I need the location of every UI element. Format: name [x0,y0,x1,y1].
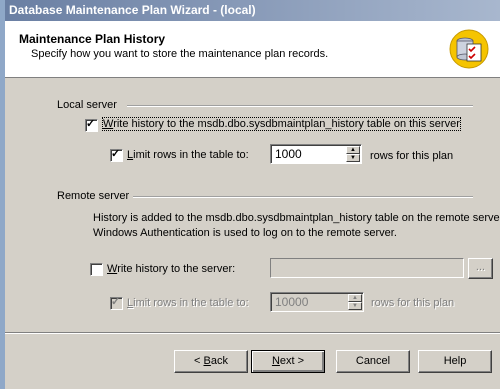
wizard-body: Local server ✓ Write history to the msdb… [5,78,500,389]
remote-server-textbox[interactable] [270,258,464,278]
window-title-bar[interactable]: Database Maintenance Plan Wizard - (loca… [5,0,500,21]
spinner-buttons: ▲ ▼ [346,146,360,162]
limit-rows-remote-checkbox[interactable]: ✓ [110,296,123,310]
page-subtitle: Specify how you want to store the mainte… [31,48,329,60]
limit-rows-remote-input[interactable] [273,294,347,310]
local-server-divider [127,105,473,107]
limit-rows-remote-spinner[interactable]: ▲ ▼ [270,292,364,312]
limit-rows-local-checkbox[interactable]: ✓ [110,148,123,162]
write-history-local-checkbox[interactable]: ✓ [85,118,98,132]
write-history-local-label[interactable]: Write history to the msdb.dbo.sysdbmaint… [102,117,461,131]
spin-down-icon[interactable]: ▼ [348,302,362,310]
write-history-remote-label[interactable]: Write history to the server: [107,263,235,275]
limit-rows-local-spinner[interactable]: ▲ ▼ [270,144,362,164]
cancel-button[interactable]: Cancel [336,350,410,373]
limit-rows-remote-label[interactable]: Limit rows in the table to: [127,297,249,309]
remote-info-line-2: Windows Authentication is used to log on… [93,227,397,239]
browse-server-button[interactable]: ... [468,258,493,279]
remote-info-line-1: History is added to the msdb.dbo.sysdbma… [93,212,500,224]
spin-up-icon[interactable]: ▲ [346,146,360,154]
spin-up-icon[interactable]: ▲ [348,294,362,302]
remote-server-divider [133,196,473,198]
spin-down-icon[interactable]: ▼ [346,154,360,162]
next-button[interactable]: Next > [251,350,325,373]
checkmark-icon: ✓ [111,148,121,160]
checkmark-icon: ✓ [86,118,96,130]
page-title: Maintenance Plan History [19,32,166,46]
help-button[interactable]: Help [418,350,492,373]
limit-rows-local-input[interactable] [273,146,347,162]
rows-for-plan-local-label: rows for this plan [370,150,454,162]
window-title: Database Maintenance Plan Wizard - (loca… [9,3,256,17]
rows-for-plan-remote-label: rows for this plan [371,297,455,309]
wizard-header: Maintenance Plan History Specify how you… [5,21,500,78]
write-history-remote-checkbox[interactable] [90,263,103,276]
remote-server-group-label: Remote server [57,190,130,202]
database-checklist-icon [449,29,489,69]
spinner-buttons: ▲ ▼ [348,294,362,310]
limit-rows-local-label[interactable]: Limit rows in the table to: [127,149,249,161]
checkmark-icon: ✓ [111,296,121,308]
footer-divider [5,332,500,334]
back-button[interactable]: < Back [174,350,248,373]
local-server-group-label: Local server [57,99,117,111]
